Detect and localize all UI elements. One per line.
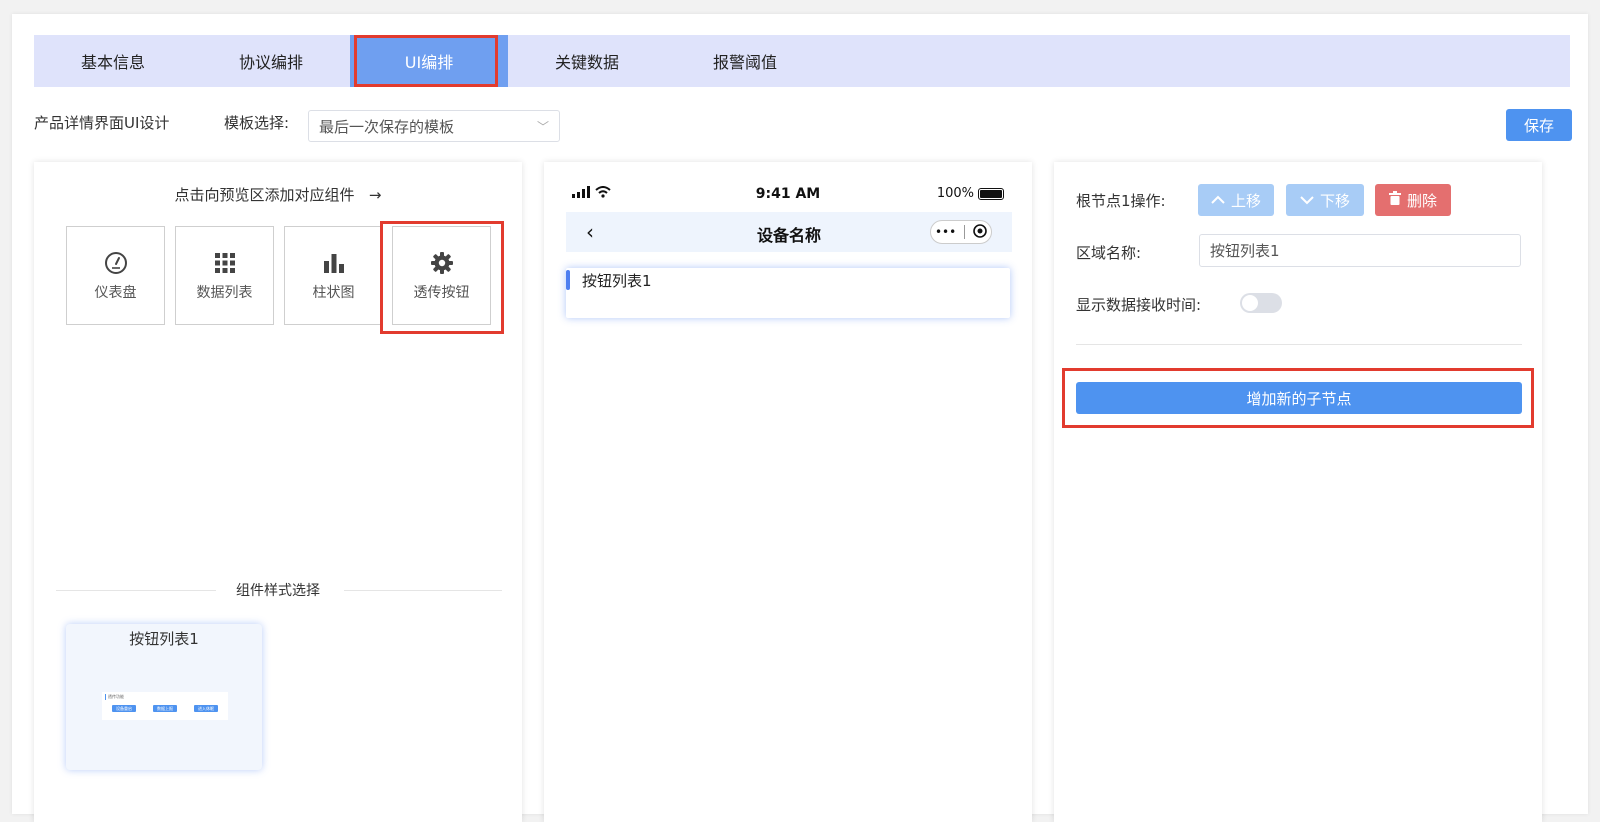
component-passthrough-button[interactable]: 透传按钮 <box>392 226 491 325</box>
component-data-list[interactable]: 数据列表 <box>175 226 274 325</box>
battery-icon <box>978 187 1004 200</box>
gauge-icon <box>104 250 128 276</box>
trash-icon <box>1388 191 1401 209</box>
show-time-label: 显示数据接收时间: <box>1076 296 1202 314</box>
chevron-up-icon <box>1211 192 1225 209</box>
tab-basic-info[interactable]: 基本信息 <box>34 35 192 87</box>
delete-button[interactable]: 删除 <box>1375 184 1451 216</box>
page: 基本信息 协议编排 UI编排 关键数据 报警阈值 产品详情界面UI设计 模板选择… <box>12 14 1588 822</box>
battery-indicator: 100% <box>937 186 1004 201</box>
template-select[interactable]: 最后一次保存的模板 ﹀ <box>308 110 560 142</box>
template-label: 模板选择: <box>224 114 290 132</box>
tab-ui-layout[interactable]: UI编排 <box>350 35 508 87</box>
add-child-node-button[interactable]: 增加新的子节点 <box>1076 382 1522 414</box>
save-button[interactable]: 保存 <box>1506 109 1572 141</box>
more-icon[interactable]: ••• <box>935 225 956 239</box>
tab-protocol[interactable]: 协议编排 <box>192 35 350 87</box>
style-card-button-list[interactable]: 按钮列表1 透传功能 设备重启 数据上报 进入休眠 <box>66 624 262 770</box>
tab-key-data[interactable]: 关键数据 <box>508 35 666 87</box>
style-card-thumbnail: 透传功能 设备重启 数据上报 进入休眠 <box>102 692 228 720</box>
preview-panel: 9:41 AM 100% ‹ 设备名称 ••• 按钮列表1 <box>544 162 1032 822</box>
chevron-down-icon <box>1300 192 1314 209</box>
properties-panel: 根节点1操作: 上移 下移 删除 区域名称: 按钮列表1 显示数据接收时间: 增… <box>1054 162 1542 822</box>
root-op-label: 根节点1操作: <box>1076 192 1166 210</box>
style-section-title: 组件样式选择 <box>236 583 320 599</box>
add-component-hint: 点击向预览区添加对应组件 → <box>174 186 382 204</box>
preview-button-list[interactable]: 按钮列表1 <box>566 268 1010 318</box>
bar-chart-icon <box>323 250 345 276</box>
show-time-toggle[interactable] <box>1240 293 1282 313</box>
component-gauge[interactable]: 仪表盘 <box>66 226 165 325</box>
area-name-label: 区域名称: <box>1076 244 1142 262</box>
close-target-icon[interactable] <box>973 223 987 241</box>
area-name-input[interactable]: 按钮列表1 <box>1199 234 1521 267</box>
template-select-value: 最后一次保存的模板 <box>319 117 455 136</box>
tab-alarm-threshold[interactable]: 报警阈值 <box>666 35 824 87</box>
arrow-right-icon: → <box>368 186 382 204</box>
tab-bar: 基本信息 协议编排 UI编排 关键数据 报警阈值 <box>34 35 1570 87</box>
gear-icon <box>430 250 454 276</box>
mini-program-capsule[interactable]: ••• <box>930 220 992 244</box>
chevron-down-icon: ﹀ <box>536 119 549 134</box>
style-card-title: 按钮列表1 <box>129 630 199 648</box>
phone-status-bar: 9:41 AM 100% <box>566 186 1010 202</box>
move-up-button[interactable]: 上移 <box>1198 184 1274 216</box>
move-down-button[interactable]: 下移 <box>1286 184 1364 216</box>
grid-icon <box>214 250 236 276</box>
component-panel: 点击向预览区添加对应组件 → 仪表盘 数据列表 柱状图 透传按钮 组件样式选择 … <box>34 162 522 822</box>
page-title: 产品详情界面UI设计 <box>34 114 170 132</box>
component-bar-chart[interactable]: 柱状图 <box>284 226 383 325</box>
phone-nav-bar: ‹ 设备名称 ••• <box>566 212 1012 252</box>
divider <box>1076 344 1522 345</box>
preview-item-title: 按钮列表1 <box>582 272 652 290</box>
